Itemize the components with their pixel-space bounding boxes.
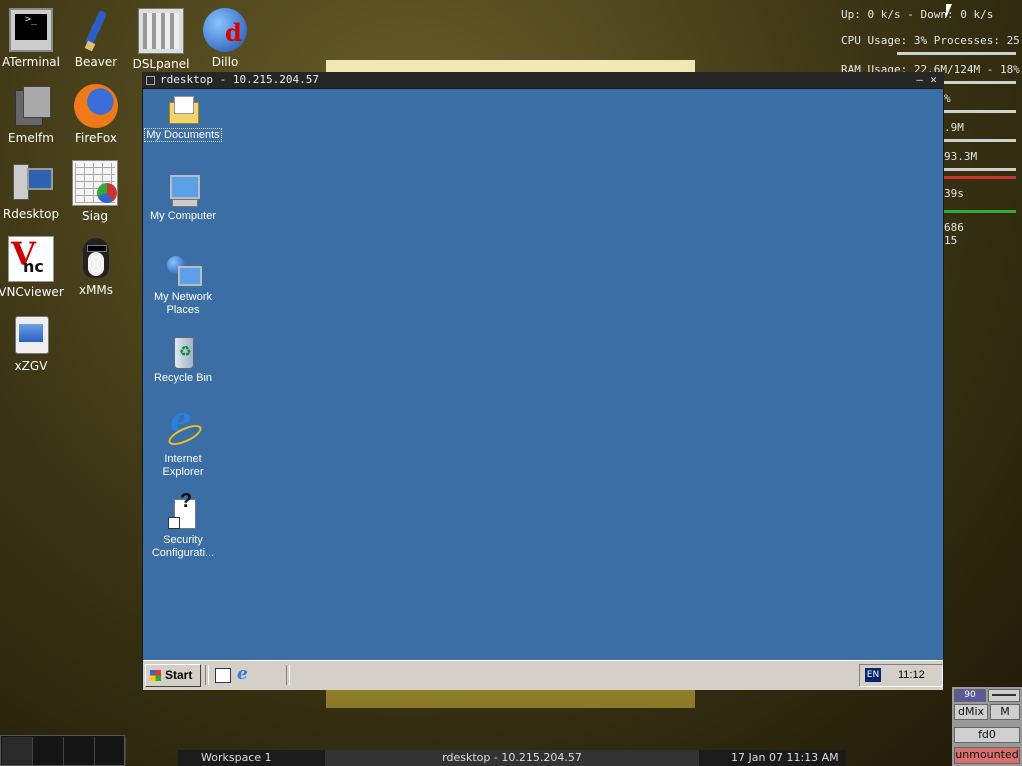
pager-workspace-4[interactable] bbox=[95, 737, 126, 765]
icon-label: My Documents bbox=[144, 128, 222, 142]
taskbar-separator bbox=[205, 665, 209, 685]
desktop-icon-label: Beaver bbox=[74, 55, 118, 69]
network-icon bbox=[166, 254, 202, 288]
internet-explorer[interactable]: e Internet Explorer bbox=[141, 403, 225, 479]
computer-icon bbox=[9, 160, 53, 204]
icon-label: Security Configurati... bbox=[151, 534, 215, 559]
desktop-icon-aterminal[interactable]: >_ ATerminal bbox=[0, 2, 68, 69]
pager-workspace-3[interactable] bbox=[64, 737, 95, 765]
workspace-pager[interactable] bbox=[0, 735, 126, 766]
desktop-icon-label: Dillo bbox=[211, 55, 239, 69]
desktop-icon-label: Siag bbox=[82, 209, 108, 223]
remote-desktop-area[interactable]: My Documents My Computer My Network Plac… bbox=[143, 89, 943, 660]
desktop-icon-label: xMMs bbox=[78, 283, 114, 297]
desktop-icon-xzgv[interactable]: xZGV bbox=[0, 306, 68, 373]
internet-explorer-quicklaunch-icon[interactable]: e bbox=[237, 664, 248, 684]
recycle-bin-icon: ♻ bbox=[166, 335, 200, 369]
icon-label: My Computer bbox=[149, 210, 217, 222]
cpu-bar bbox=[897, 52, 1016, 55]
icon-label: My Network Places bbox=[153, 291, 213, 316]
minimize-icon[interactable]: — bbox=[914, 74, 925, 85]
mixer-mute-button[interactable]: M bbox=[990, 704, 1020, 720]
vnc-icon: V nc bbox=[8, 235, 54, 282]
desktop-icon-emelfm[interactable]: Emelfm bbox=[0, 78, 68, 145]
language-indicator[interactable]: EN bbox=[865, 668, 881, 682]
icon-label: Recycle Bin bbox=[153, 372, 213, 384]
desktop-icon-label: ATerminal bbox=[2, 55, 60, 69]
desktop-icon-dillo[interactable]: d Dillo bbox=[188, 2, 262, 69]
bottom-toolbar: Workspace 1 rdesktop - 10.215.204.57 17 … bbox=[178, 750, 846, 766]
control-panel-icon bbox=[138, 8, 184, 54]
spreadsheet-icon bbox=[72, 160, 118, 206]
dock-apps: 90 dMix M fd0 unmounted bbox=[952, 687, 1022, 766]
computer-icon bbox=[166, 173, 200, 207]
taskbar-separator bbox=[286, 665, 290, 685]
desktop-icon-label: Emelfm bbox=[8, 131, 54, 145]
system-tray: EN 11:12 bbox=[859, 664, 943, 687]
floppy-drive-label[interactable]: fd0 bbox=[954, 727, 1020, 743]
my-computer[interactable]: My Computer bbox=[141, 173, 225, 223]
pager-workspace-1[interactable] bbox=[2, 737, 33, 765]
folder-icon bbox=[166, 92, 200, 126]
terminal-icon: >_ bbox=[9, 8, 53, 52]
globe-icon: d bbox=[203, 8, 247, 52]
show-desktop-icon[interactable] bbox=[215, 668, 231, 683]
workspace-label[interactable]: Workspace 1 bbox=[201, 750, 272, 766]
desktop-icon-siag[interactable]: Siag bbox=[58, 154, 132, 223]
remote-taskbar: Start e EN 11:12 bbox=[143, 660, 943, 690]
icon-label: Internet Explorer bbox=[162, 453, 204, 478]
date-time: 17 Jan 07 11:13 AM bbox=[731, 751, 839, 764]
close-icon[interactable]: ✕ bbox=[928, 74, 939, 85]
window-titlebar[interactable]: rdesktop - 10.215.204.57 — ✕ bbox=[142, 72, 944, 88]
start-button[interactable]: Start bbox=[145, 664, 201, 687]
cpu-usage: CPU Usage: 3% Processes: 25 bbox=[841, 34, 1020, 47]
desktop-icon-dslpanel[interactable]: DSLpanel bbox=[124, 2, 198, 71]
taskbar-window-button[interactable]: rdesktop - 10.215.204.57 bbox=[325, 750, 699, 766]
desktop-icon-beaver[interactable]: Beaver bbox=[59, 2, 133, 69]
windows-logo-icon bbox=[150, 670, 161, 681]
internet-explorer-icon: e bbox=[165, 403, 205, 450]
image-viewer-icon bbox=[9, 312, 53, 356]
desktop-icon-label: FireFox bbox=[75, 131, 117, 145]
desktop-icon-label: DSLpanel bbox=[132, 57, 190, 71]
mixer-label[interactable]: dMix bbox=[954, 704, 988, 720]
desktop-icon-vncviewer[interactable]: V nc VNCviewer bbox=[0, 230, 68, 299]
mouse-pointer-icon bbox=[946, 4, 952, 18]
my-documents[interactable]: My Documents bbox=[141, 92, 225, 142]
security-configuration[interactable]: ? ↗ Security Configurati... bbox=[141, 491, 225, 560]
network-speed: Up: 0 k/s - Down: 0 k/s bbox=[841, 8, 994, 21]
taskbar-clock[interactable]: 11:12 bbox=[898, 665, 925, 686]
file-manager-icon bbox=[9, 84, 53, 128]
desktop-icon-label: VNCviewer bbox=[0, 285, 64, 299]
desktop-icon-xmms[interactable]: xMMs bbox=[59, 230, 133, 297]
volume-level[interactable]: 90 bbox=[954, 689, 986, 702]
my-network-places[interactable]: My Network Places bbox=[141, 254, 225, 317]
window-title: rdesktop - 10.215.204.57 bbox=[160, 73, 319, 86]
mount-status[interactable]: unmounted bbox=[954, 747, 1020, 764]
rdesktop-window[interactable]: rdesktop - 10.215.204.57 — ✕ My Document… bbox=[142, 72, 944, 690]
desktop-icon-firefox[interactable]: FireFox bbox=[59, 78, 133, 145]
window-menu-icon[interactable] bbox=[146, 76, 155, 85]
pen-icon bbox=[74, 8, 118, 52]
recycle-bin[interactable]: ♻ Recycle Bin bbox=[141, 335, 225, 385]
desktop-icon-label: xZGV bbox=[14, 359, 48, 373]
pager-workspace-2[interactable] bbox=[33, 737, 64, 765]
penguin-icon bbox=[74, 236, 118, 280]
shortcut-icon: ? ↗ bbox=[166, 491, 200, 531]
firefox-icon bbox=[74, 84, 118, 128]
volume-slider[interactable] bbox=[988, 689, 1020, 702]
